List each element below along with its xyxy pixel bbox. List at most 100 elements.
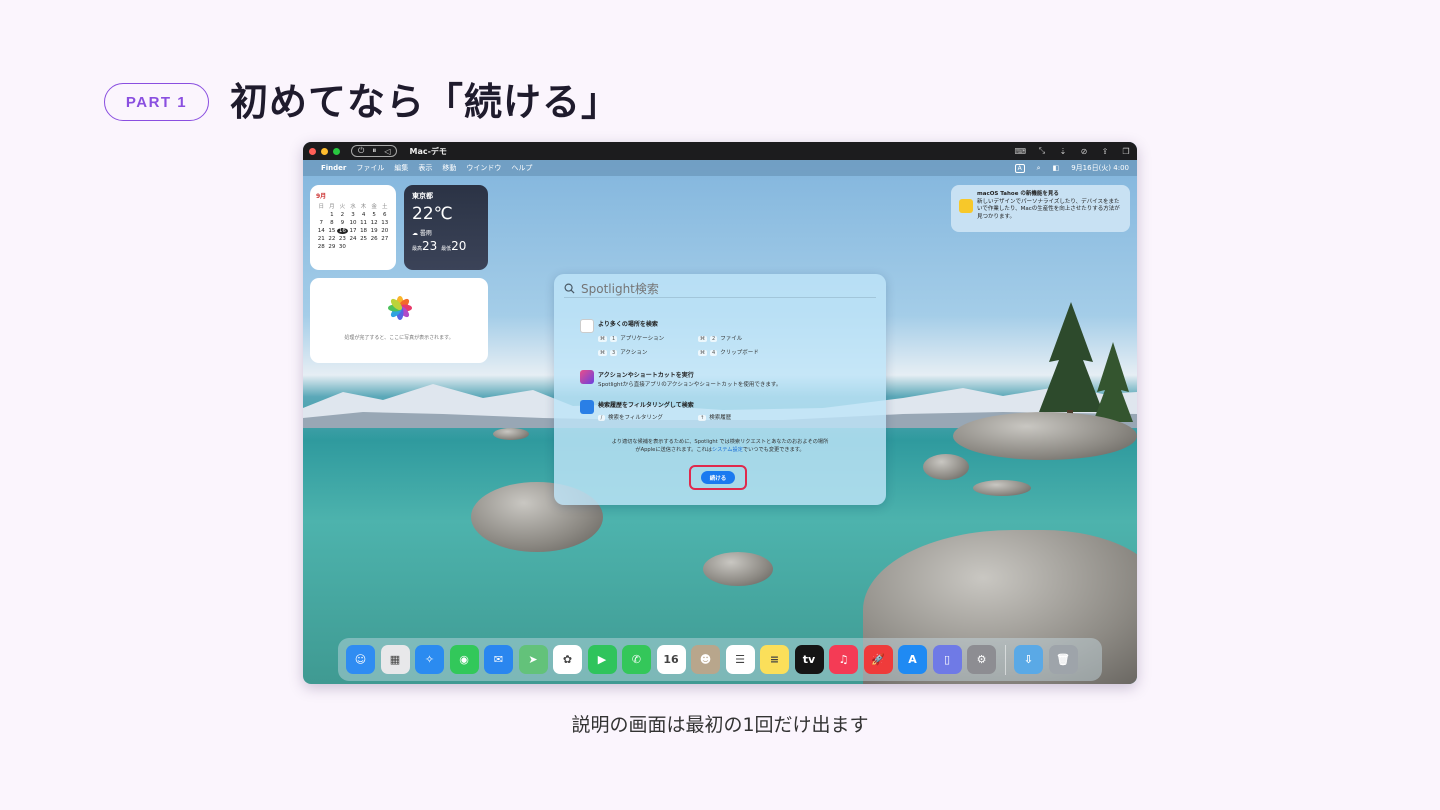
input-source-icon[interactable]: A: [1014, 163, 1025, 173]
menu-clock[interactable]: 9月16日(火) 4:00: [1071, 163, 1129, 173]
calendar-day: 23: [338, 236, 346, 242]
window-title: Mac-デモ: [409, 146, 447, 156]
shortcut-item: ⌘ 2 ファイル: [698, 336, 743, 342]
calendar-day: 7: [319, 220, 324, 226]
rock-scenery: [973, 480, 1031, 496]
menu-edit[interactable]: 編集: [394, 163, 408, 173]
messages-icon[interactable]: ◉: [449, 645, 479, 674]
shortcuts-icon: [580, 370, 594, 384]
weather-temperature: 22℃: [412, 204, 453, 224]
control-center-icon[interactable]: ◧: [1053, 164, 1060, 172]
tv-icon[interactable]: tv: [794, 645, 824, 674]
trash-icon[interactable]: 🗑: [1048, 645, 1078, 674]
keyboard-icon[interactable]: ⌨: [1014, 147, 1026, 156]
weather-widget[interactable]: 東京都 22℃ ☁ 曇雨 最高23 最低20: [404, 185, 488, 270]
calendar-day: 27: [381, 236, 389, 242]
zoom-window-button[interactable]: [333, 147, 340, 155]
close-window-button[interactable]: [309, 147, 316, 155]
notes-icon[interactable]: ≡: [760, 645, 789, 674]
calendar-day: 16: [337, 228, 348, 234]
menu-help[interactable]: ヘルプ: [511, 163, 532, 173]
spotlight-tip-history: 検索履歴をフィルタリングして検索 / 検索をフィルタリング ↑ 検索履歴: [580, 400, 868, 421]
continue-button[interactable]: 続ける: [701, 471, 735, 484]
contacts-icon[interactable]: ☻: [691, 645, 720, 674]
pause-icon[interactable]: ⏸: [372, 146, 376, 156]
dock-separator: [1004, 644, 1006, 675]
tips-body: 新しいデザインでパーソナライズしたり、デバイスをまたいで作業したり、Macの生産…: [977, 198, 1120, 220]
calendar-day: 11: [360, 220, 368, 226]
calendar-day: 9: [340, 220, 345, 226]
safari-icon[interactable]: ✧: [415, 645, 444, 674]
calendar-day: 21: [317, 236, 325, 242]
calendar-widget[interactable]: 9月 日月火水木金土 1 2 3 4 5 6 7 8 9 10 11 12 13 14 15 16 17 18 19 2…: [310, 185, 396, 270]
search-icon: [564, 283, 575, 294]
calendar-day: 15: [328, 228, 336, 234]
calendar-day: [348, 244, 359, 250]
maps-icon[interactable]: ➤: [518, 645, 548, 674]
disable-icon[interactable]: ⊘: [1079, 147, 1089, 156]
games-icon[interactable]: 🚀: [863, 645, 893, 674]
facetime-icon[interactable]: ▶: [587, 645, 617, 674]
music-icon[interactable]: ♫: [829, 645, 858, 674]
calendar-weekday: 火: [339, 204, 346, 210]
photos-flower-icon: [388, 296, 412, 320]
spotlight-search-bar[interactable]: [564, 280, 876, 298]
finder-icon[interactable]: ☺: [346, 645, 375, 674]
menu-finder[interactable]: Finder: [321, 164, 346, 172]
calendar-day: 14: [317, 228, 325, 234]
spotlight-tip-search-more: より多くの場所を検索 ⌘ 1 アプリケーション ⌘ 2 ファイル ⌘ 3 アクション ⌘ 4 ク…: [580, 319, 868, 356]
downloads-folder-icon[interactable]: ⇩: [1014, 645, 1043, 674]
spotlight-search-icon[interactable]: ⌕: [1037, 164, 1041, 173]
tip-title: より多くの場所を検索: [598, 321, 658, 328]
download-icon[interactable]: ⇣: [1058, 147, 1068, 156]
rock-scenery: [923, 454, 969, 480]
launchpad-icon[interactable]: ▦: [380, 645, 410, 674]
windows-icon[interactable]: ❐: [1121, 147, 1131, 156]
shortcut-list: / 検索をフィルタリング ↑ 検索履歴: [598, 413, 868, 421]
spotlight-search-input[interactable]: [581, 281, 731, 296]
back-icon[interactable]: ◁: [384, 147, 390, 156]
menu-go[interactable]: 移動: [442, 163, 456, 173]
privacy-notice: より適切な候補を表示するために、Spotlight では検索リクエストとあなたの…: [611, 439, 829, 453]
calendar-day: 5: [372, 212, 376, 218]
calendar-day: 2: [340, 212, 345, 218]
magnifier-icon: [580, 400, 594, 414]
shortcut-item: ⌘ 4 クリップボード: [698, 350, 759, 356]
mac-screenshot: ⏻ ⏸ ◁ Mac-デモ ⌨ ⤡ ⇣ ⊘ ⇪ ❐ Finder ファイル 編集 …: [303, 142, 1137, 684]
mail-icon[interactable]: ✉: [484, 645, 513, 674]
weather-city: 東京都: [412, 192, 433, 200]
menu-file[interactable]: ファイル: [356, 163, 384, 173]
shortcut-item: / 検索をフィルタリング: [598, 413, 698, 421]
rock-scenery: [703, 552, 773, 586]
calendar-icon[interactable]: 16: [656, 645, 686, 674]
cloud-rain-icon: ☁: [412, 230, 418, 237]
calendar-grid: 日月火水木金土 1 2 3 4 5 6 7 8 9 10 11 12 13 14 15 16 17 18 19 20 21…: [316, 202, 390, 250]
reminders-icon[interactable]: ☰: [725, 645, 755, 674]
rock-scenery: [953, 412, 1137, 460]
power-icon[interactable]: ⏻: [358, 146, 364, 156]
tips-notification[interactable]: macOS Tahoe の新機能を見る 新しいデザインでパーソナライズしたり、デ…: [951, 185, 1130, 232]
minimize-window-button[interactable]: [321, 147, 328, 155]
photos-icon[interactable]: ✿: [553, 645, 582, 674]
calendar-day: [379, 244, 390, 250]
system-settings-link[interactable]: システム設定: [712, 447, 743, 453]
phone-icon[interactable]: ✆: [622, 645, 651, 674]
tip-title: アクションやショートカットを実行: [598, 372, 694, 379]
part-badge: PART 1: [104, 83, 209, 121]
system-settings-icon[interactable]: ⚙: [967, 645, 996, 674]
calendar-day: 29: [328, 244, 336, 250]
shortcut-item: ⌘ 3 アクション: [598, 350, 648, 356]
weather-range: 最高23 最低20: [412, 239, 467, 253]
calendar-day: 24: [349, 236, 357, 242]
menu-window[interactable]: ウインドウ: [466, 163, 501, 173]
resize-icon[interactable]: ⤡: [1037, 146, 1047, 156]
share-icon[interactable]: ⇪: [1100, 147, 1110, 156]
menu-view[interactable]: 表示: [418, 163, 432, 173]
photos-message: 処理が完了すると、ここに写真が表示されます。: [344, 335, 454, 341]
calendar-day: 17: [349, 228, 357, 234]
iphone-mirroring-icon[interactable]: ▯: [932, 645, 962, 674]
app-store-icon[interactable]: A: [898, 645, 927, 674]
menu-bar: Finder ファイル 編集 表示 移動 ウインドウ ヘルプ A ⌕ ◧ 9月1…: [303, 160, 1137, 176]
calendar-month: 9月: [316, 193, 327, 200]
photos-widget[interactable]: 処理が完了すると、ここに写真が表示されます。: [310, 278, 488, 363]
